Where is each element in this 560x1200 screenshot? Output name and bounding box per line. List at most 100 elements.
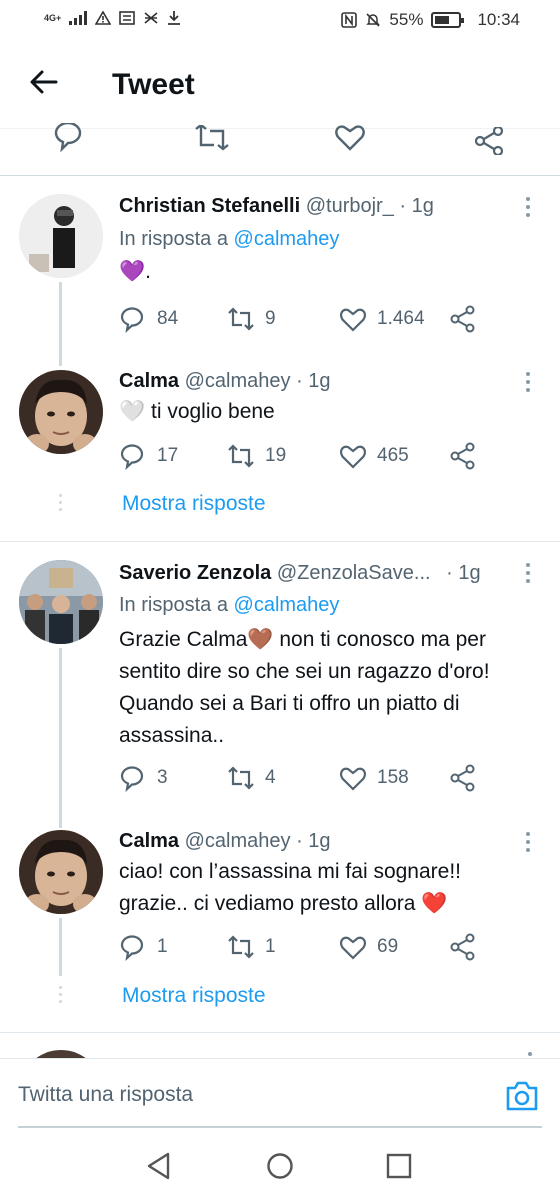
back-triangle-icon[interactable] <box>146 1152 172 1180</box>
like-button[interactable]: 69 <box>339 933 398 961</box>
retweet-button[interactable]: 19 <box>227 442 286 470</box>
like-icon <box>340 767 366 791</box>
system-navbar <box>0 1130 560 1200</box>
tweet-author: Saverio Zenzola @ZenzolaSave... · 1g <box>119 562 481 585</box>
more-options-icon[interactable] <box>526 832 532 856</box>
retweet-icon <box>228 307 254 331</box>
tweet-author: Christian Stefanelli @turbojr_ · 1g <box>119 195 434 218</box>
recents-square-icon[interactable] <box>386 1152 412 1180</box>
tweet-actions: 84 9 1.464 <box>119 305 519 335</box>
thread-line <box>59 918 62 976</box>
timestamp: · 1g <box>399 195 434 217</box>
retweet-icon <box>228 766 254 790</box>
mention-link[interactable]: @calmahey <box>234 594 340 616</box>
thread-line <box>59 648 62 828</box>
conversation-divider <box>0 541 560 542</box>
more-options-icon[interactable] <box>526 372 532 396</box>
reply-button[interactable]: 84 <box>119 305 178 333</box>
reply-prefix: In risposta a <box>119 228 234 250</box>
avatar[interactable] <box>19 370 103 454</box>
reply-count: 1 <box>157 936 168 957</box>
retweet-icon <box>228 444 254 468</box>
like-icon[interactable] <box>334 121 366 153</box>
next-tweet-partial <box>0 1042 560 1058</box>
reply-input[interactable] <box>18 1083 478 1107</box>
avatar[interactable] <box>19 194 103 278</box>
like-count: 1.464 <box>377 308 425 329</box>
retweet-button[interactable]: 1 <box>227 933 276 961</box>
show-replies-link[interactable]: Mostra risposte <box>122 984 266 1008</box>
nfc-icon <box>341 12 358 28</box>
handle[interactable]: @ZenzolaSave... <box>277 562 431 584</box>
retweet-button[interactable]: 9 <box>227 305 276 333</box>
conversation-divider <box>0 1032 560 1033</box>
download-icon <box>168 11 181 25</box>
tweet-text: 🤍 ti voglio bene <box>119 400 275 423</box>
tweet-actions: 1 1 69 <box>119 933 519 963</box>
reply-prefix: In risposta a <box>119 594 234 616</box>
network-indicator: 4G+ <box>44 13 62 23</box>
retweet-button[interactable]: 4 <box>227 764 276 792</box>
handle[interactable]: @calmahey <box>185 830 291 852</box>
battery-icon <box>431 12 465 28</box>
display-name[interactable]: Calma <box>119 830 179 852</box>
handle[interactable]: @turbojr_ <box>306 195 394 217</box>
more-options-icon[interactable] <box>526 197 532 221</box>
display-name[interactable]: Saverio Zenzola <box>119 562 271 584</box>
tweet-text: Grazie Calma🤎 non ti conosco ma per sent… <box>119 628 490 747</box>
handle[interactable]: @calmahey <box>185 370 291 392</box>
share-icon <box>450 305 475 333</box>
reply-composer <box>0 1058 560 1132</box>
header: Tweet <box>0 42 560 130</box>
reply-button[interactable]: 1 <box>119 933 168 961</box>
display-name[interactable]: Christian Stefanelli <box>119 195 300 217</box>
app-notification-icon <box>119 11 136 25</box>
tweet-author: Calma @calmahey · 1g <box>119 830 331 853</box>
kebab-partial <box>528 1052 532 1056</box>
like-button[interactable]: 158 <box>339 764 409 792</box>
tweet-text: 💜. <box>119 260 151 283</box>
mention-link[interactable]: @calmahey <box>234 228 340 250</box>
reply-context: In risposta a @calmahey <box>119 594 339 617</box>
timestamp: · 1g <box>296 830 331 852</box>
reply-button[interactable]: 17 <box>119 442 178 470</box>
reply-button[interactable]: 3 <box>119 764 168 792</box>
display-name[interactable]: Calma <box>119 370 179 392</box>
share-button[interactable] <box>449 933 477 961</box>
share-button[interactable] <box>449 764 477 792</box>
reply-icon[interactable] <box>52 123 86 157</box>
reply-context: In risposta a @calmahey <box>119 228 339 251</box>
tweet-actions: 3 4 158 <box>119 764 519 794</box>
share-button[interactable] <box>449 442 477 470</box>
thread-line <box>59 282 62 366</box>
retweet-count: 4 <box>265 767 276 788</box>
share-icon <box>450 442 475 470</box>
reply-count: 3 <box>157 767 168 788</box>
like-icon <box>340 308 366 332</box>
camera-icon[interactable] <box>504 1079 540 1113</box>
more-options-icon[interactable] <box>526 563 532 587</box>
avatar[interactable] <box>19 830 103 914</box>
avatar[interactable] <box>19 560 103 644</box>
battery-percent: 55% <box>389 10 424 29</box>
share-icon[interactable] <box>474 127 506 155</box>
like-count: 69 <box>377 936 399 957</box>
home-circle-icon[interactable] <box>266 1152 294 1180</box>
page-title: Tweet <box>112 68 195 101</box>
reply-underline <box>18 1126 542 1128</box>
retweet-icon <box>228 935 254 959</box>
reply-count: 17 <box>157 445 179 466</box>
like-button[interactable]: 465 <box>339 442 409 470</box>
show-replies-link[interactable]: Mostra risposte <box>122 492 266 516</box>
thread-dots <box>59 494 62 515</box>
retweet-count: 9 <box>265 308 276 329</box>
status-icons-right: 55% 10:34 <box>341 10 520 30</box>
back-arrow-icon[interactable] <box>28 66 60 98</box>
status-icons-left: 4G+ <box>44 10 181 26</box>
reply-icon <box>120 444 144 470</box>
share-icon <box>450 933 475 961</box>
like-button[interactable]: 1.464 <box>339 305 425 333</box>
retweet-count: 19 <box>265 445 287 466</box>
retweet-icon[interactable] <box>192 125 232 155</box>
share-button[interactable] <box>449 305 477 333</box>
